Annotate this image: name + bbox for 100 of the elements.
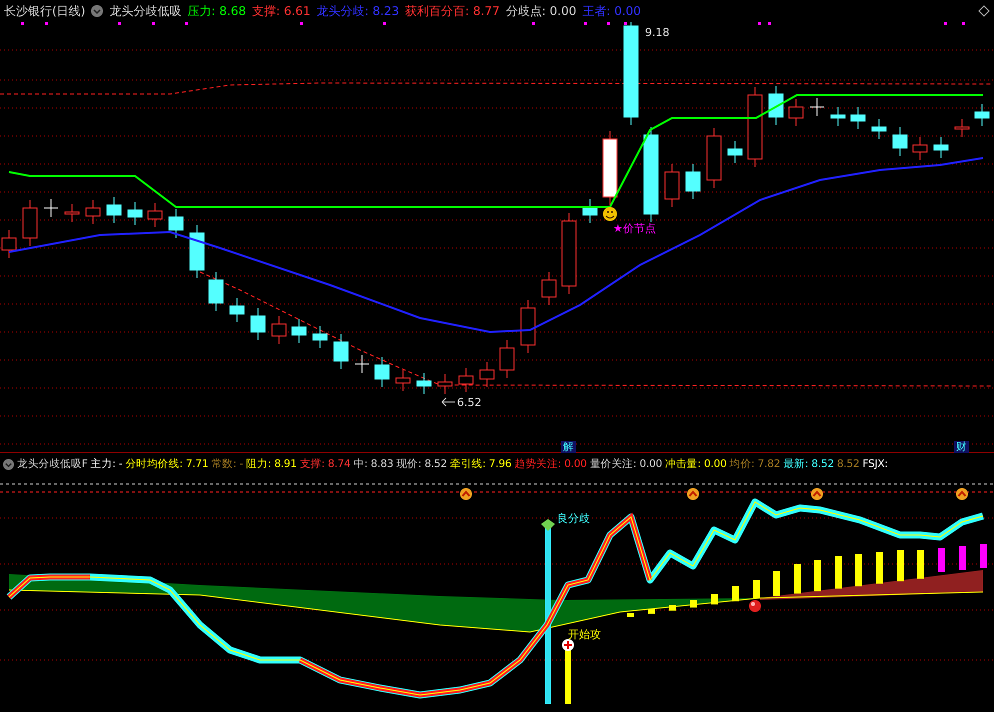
volume-bar	[876, 552, 883, 584]
candlestick	[106, 196, 122, 224]
diamond-icon[interactable]	[978, 5, 990, 17]
indicator-value: 冲击量: 0.00	[665, 456, 727, 472]
indicator-name: 龙头分歧低吸	[109, 3, 182, 20]
indicator-value: 常数: -	[211, 456, 244, 472]
price-label: 6.52	[457, 395, 482, 411]
candlestick	[86, 200, 100, 224]
candlestick	[334, 334, 348, 370]
volume-bar	[897, 550, 904, 582]
candlestick	[272, 316, 286, 344]
candlestick	[354, 354, 370, 374]
signal-bar	[565, 650, 571, 704]
indicator-value: 中: 8.83	[353, 456, 394, 472]
indicator-value: 王者: 0.00	[582, 3, 641, 20]
candlestick	[850, 106, 866, 130]
indicator-value: 最新: 8.52	[783, 456, 834, 472]
diamond-icon	[541, 519, 555, 531]
smiley-icon	[603, 207, 617, 221]
candlestick	[768, 86, 784, 126]
up-chevron-icon	[811, 488, 823, 500]
candlestick	[190, 224, 204, 278]
candlestick	[230, 298, 244, 322]
indicator-value: 龙头分歧: 8.23	[316, 3, 400, 20]
node-label: ★价节点	[613, 221, 656, 237]
volume-bar	[959, 546, 966, 570]
volume-bar	[835, 556, 842, 589]
candlestick	[892, 126, 908, 156]
signal-label: 良分歧	[557, 511, 590, 527]
volume-bar	[773, 571, 780, 596]
candlestick	[500, 340, 514, 378]
arrow-icon	[442, 398, 456, 406]
ball-icon	[749, 600, 761, 612]
candlestick	[686, 164, 700, 200]
candlestick	[934, 136, 948, 158]
price-label: 9.18	[645, 25, 670, 41]
indicator-value: 量价关注: 0.00	[590, 456, 662, 472]
candlestick	[788, 98, 804, 126]
candlestick	[292, 318, 306, 344]
candlestick	[480, 362, 494, 388]
up-chevron-icon	[687, 488, 699, 500]
plus-icon	[562, 639, 574, 651]
candlestick	[250, 308, 266, 340]
indicator-value: 阻力: 8.91	[246, 456, 297, 472]
up-chevron-icon	[460, 488, 472, 500]
volume-bar	[690, 600, 697, 608]
candlestick	[810, 98, 824, 116]
candlestick	[872, 118, 886, 140]
candlestick	[208, 272, 224, 312]
candlestick	[416, 372, 432, 394]
indicator-value: 压力: 8.68	[187, 3, 246, 20]
indicator-value: 支撑: 8.74	[300, 456, 350, 472]
candlestick	[312, 326, 328, 348]
chart-title: 长沙银行(日线)	[4, 3, 86, 20]
indicator-value: FSJX:	[862, 456, 888, 472]
candlestick	[64, 204, 80, 222]
candlestick	[954, 118, 970, 138]
candlestick	[168, 208, 184, 238]
indicator-value: 分时均价线: 7.71	[125, 456, 208, 472]
volume-bar	[669, 605, 676, 611]
volume-bar	[938, 548, 945, 572]
candlestick	[22, 200, 38, 246]
up-chevron-icon	[956, 488, 968, 500]
volume-bar	[855, 554, 862, 586]
candlestick	[44, 198, 58, 218]
marker-label: 财	[954, 441, 969, 453]
candlestick	[396, 370, 410, 392]
volume-bar	[794, 564, 801, 594]
candlestick	[520, 300, 536, 354]
volume-bar	[814, 560, 821, 592]
volume-bar	[917, 550, 924, 579]
candlestick	[128, 202, 142, 226]
candlestick	[374, 356, 390, 388]
volume-bar	[732, 586, 739, 602]
indicator-value: 主力: -	[90, 456, 122, 472]
candlestick	[438, 374, 452, 394]
candlestick	[912, 136, 928, 160]
indicator-name: 龙头分歧低吸F	[17, 456, 88, 472]
volume-bar	[711, 594, 718, 604]
marker-label: 解	[561, 441, 576, 453]
volume-bar	[753, 580, 760, 598]
signal-label: 开始攻	[568, 627, 601, 643]
dropdown-icon[interactable]	[91, 5, 104, 17]
indicator-value: 趋势关注: 0.00	[514, 456, 587, 472]
volume-bar	[648, 609, 655, 614]
candlestick	[728, 140, 742, 164]
indicator-value: 现价: 8.52	[396, 456, 448, 472]
indicator-value: 8.52	[836, 456, 860, 472]
indicator-value: 分歧点: 0.00	[506, 3, 576, 20]
candlestick	[706, 128, 722, 188]
candlestick	[458, 368, 474, 392]
volume-bar	[627, 613, 634, 617]
candlestick	[974, 104, 990, 126]
volume-bar	[980, 544, 987, 568]
candlestick	[664, 164, 680, 208]
candlestick	[582, 198, 598, 224]
candlestick	[542, 272, 556, 306]
dropdown-icon[interactable]	[3, 459, 14, 470]
indicator-value: 支撑: 6.61	[252, 3, 311, 20]
candlestick	[830, 106, 846, 126]
